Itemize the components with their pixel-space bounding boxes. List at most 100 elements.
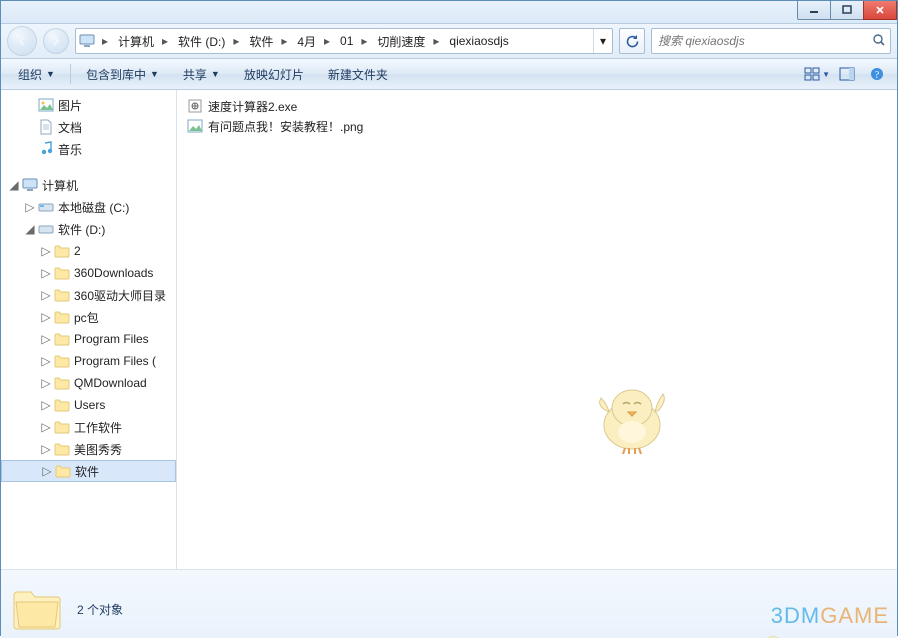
expander-icon[interactable]: ▷	[39, 398, 53, 412]
expander-icon[interactable]: ▷	[39, 288, 53, 302]
tree-item-music[interactable]: 音乐	[1, 138, 176, 160]
chevron-right-icon: ▸	[229, 34, 243, 48]
tree-label: 软件 (D:)	[58, 221, 105, 238]
tree-item-folder[interactable]: ▷Program Files	[1, 328, 176, 350]
file-icon	[187, 98, 203, 114]
expander-icon[interactable]: ◢	[7, 178, 21, 192]
tree-label: 计算机	[42, 177, 78, 194]
chevron-down-icon: ▼	[150, 69, 159, 79]
mascot-image	[587, 370, 677, 463]
drive-icon	[37, 198, 55, 216]
chevron-right-icon: ▸	[429, 34, 443, 48]
expander-icon[interactable]: ▷	[39, 376, 53, 390]
close-button[interactable]	[863, 1, 897, 20]
forward-button[interactable]	[43, 28, 69, 54]
address-dropdown[interactable]: ▾	[593, 29, 612, 53]
maximize-button[interactable]	[830, 1, 864, 20]
music-icon	[37, 140, 55, 158]
expander-icon[interactable]: ▷	[39, 310, 53, 324]
tree-label: 软件	[75, 463, 99, 480]
tree-label: Program Files (	[74, 354, 156, 368]
breadcrumb-segment[interactable]: 软件 (D:)	[172, 29, 229, 53]
tree-item-documents[interactable]: 文档	[1, 116, 176, 138]
tree-item-folder[interactable]: ▷360Downloads	[1, 262, 176, 284]
tree-item-drive-d[interactable]: ◢ 软件 (D:)	[1, 218, 176, 240]
tree-item-folder[interactable]: ▷pc包	[1, 306, 176, 328]
tree-item-computer[interactable]: ◢ 计算机	[1, 174, 176, 196]
breadcrumb-segment[interactable]: 计算机	[112, 29, 158, 53]
expander-icon[interactable]: ▷	[39, 266, 53, 280]
breadcrumb-segment[interactable]: 4月	[291, 29, 320, 53]
breadcrumb-segment[interactable]: qiexiaosdjs	[443, 29, 512, 53]
back-button[interactable]	[7, 26, 37, 56]
view-options-button[interactable]: ▼	[803, 62, 831, 86]
folder-icon	[53, 374, 71, 392]
tree-label: 本地磁盘 (C:)	[58, 199, 129, 216]
tree-item-folder[interactable]: ▷2	[1, 240, 176, 262]
tree-item-folder[interactable]: ▷ 美图秀秀	[1, 438, 176, 460]
drive-icon	[37, 220, 55, 238]
chevron-right-icon: ▸	[277, 34, 291, 48]
expander-icon[interactable]: ◢	[23, 222, 37, 236]
expander-icon[interactable]: ▷	[40, 464, 54, 478]
search-box[interactable]	[651, 28, 891, 54]
expander-icon[interactable]: ▷	[39, 332, 53, 346]
folder-icon	[53, 308, 71, 326]
tree-item-folder[interactable]: ▷ Program Files (	[1, 350, 176, 372]
tree-item-folder[interactable]: ▷Users	[1, 394, 176, 416]
minimize-button[interactable]	[797, 1, 831, 20]
slideshow-button[interactable]: 放映幻灯片	[233, 61, 315, 87]
chevron-down-icon: ▼	[46, 69, 55, 79]
tree-item-folder[interactable]: ▷ QMDownload	[1, 372, 176, 394]
preview-pane-button[interactable]	[833, 62, 861, 86]
breadcrumb-segment[interactable]: 01	[334, 29, 357, 53]
breadcrumb-segment[interactable]: 软件	[243, 29, 277, 53]
file-list-pane[interactable]: 速度计算器2.exe 有问题点我！安装教程！.png	[177, 90, 897, 569]
tree-label: 美图秀秀	[74, 441, 122, 458]
svg-text:?: ?	[875, 70, 880, 81]
tree-label: 工作软件	[74, 419, 122, 436]
navigation-tree[interactable]: 图片 文档 音乐 ◢ 计算机	[1, 90, 177, 569]
folder-icon	[53, 242, 71, 260]
tree-label: 音乐	[58, 141, 82, 158]
share-button[interactable]: 共享▼	[172, 61, 231, 87]
expander-icon[interactable]: ▷	[39, 244, 53, 258]
tree-item-drive-c[interactable]: ▷ 本地磁盘 (C:)	[1, 196, 176, 218]
picture-icon	[37, 96, 55, 114]
expander-icon[interactable]: ▷	[39, 354, 53, 368]
expander-icon[interactable]: ▷	[39, 420, 53, 434]
computer-icon	[21, 176, 39, 194]
address-bar: ▸ 计算机 ▸ 软件 (D:) ▸ 软件 ▸ 4月 ▸ 01 ▸ 切削速度 ▸ …	[1, 24, 897, 59]
chevron-right-icon: ▸	[158, 34, 172, 48]
tree-item-folder[interactable]: ▷360驱动大师目录	[1, 284, 176, 306]
tree-label: 2	[74, 244, 81, 258]
tree-item-folder[interactable]: ▷ 工作软件	[1, 416, 176, 438]
tree-item-folder[interactable]: ▷ 软件	[1, 460, 176, 482]
toolbar: 组织▼ 包含到库中▼ 共享▼ 放映幻灯片 新建文件夹 ▼ ?	[1, 59, 897, 90]
explorer-window: ▸ 计算机 ▸ 软件 (D:) ▸ 软件 ▸ 4月 ▸ 01 ▸ 切削速度 ▸ …	[0, 0, 898, 636]
tree-item-pictures[interactable]: 图片	[1, 94, 176, 116]
folder-icon	[11, 586, 63, 632]
file-name: 有问题点我！安装教程！.png	[208, 118, 363, 135]
organize-button[interactable]: 组织▼	[7, 61, 66, 87]
folder-icon	[53, 396, 71, 414]
breadcrumb[interactable]: ▸ 计算机 ▸ 软件 (D:) ▸ 软件 ▸ 4月 ▸ 01 ▸ 切削速度 ▸ …	[75, 28, 613, 54]
chevron-down-icon: ▼	[211, 69, 220, 79]
folder-icon	[53, 286, 71, 304]
tree-label: QMDownload	[74, 376, 147, 390]
file-item[interactable]: 有问题点我！安装教程！.png	[183, 116, 367, 136]
expander-icon[interactable]: ▷	[23, 200, 37, 214]
new-folder-button[interactable]: 新建文件夹	[317, 61, 399, 87]
breadcrumb-segment[interactable]: 切削速度	[371, 29, 429, 53]
include-button[interactable]: 包含到库中▼	[75, 61, 170, 87]
file-icon	[187, 118, 203, 134]
refresh-button[interactable]	[619, 28, 645, 54]
help-button[interactable]: ?	[863, 62, 891, 86]
file-item[interactable]: 速度计算器2.exe	[183, 96, 367, 116]
document-icon	[37, 118, 55, 136]
folder-icon	[53, 330, 71, 348]
search-input[interactable]	[656, 33, 872, 49]
expander-icon[interactable]: ▷	[39, 442, 53, 456]
folder-icon	[53, 352, 71, 370]
folder-icon	[54, 462, 72, 480]
